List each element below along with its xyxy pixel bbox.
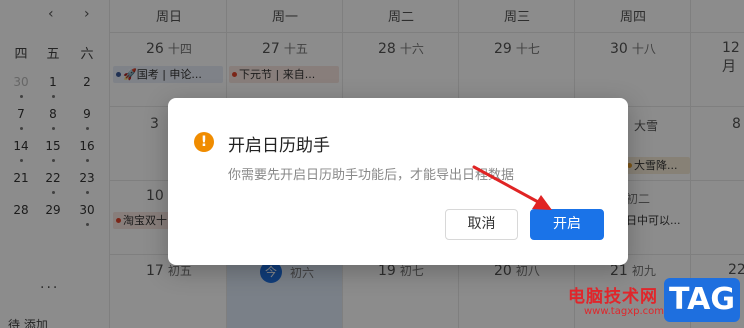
enable-button[interactable]: 开启 (530, 209, 604, 240)
watermark-url: www.tagxp.com (584, 306, 664, 317)
dialog-message: 你需要先开启日历助手功能后，才能导出日程数据 (228, 168, 515, 183)
watermark-logo: TAG (664, 278, 740, 322)
warning-icon: ! (194, 132, 214, 152)
dialog-title: 开启日历助手 (228, 136, 330, 156)
watermark-text: 电脑技术网 (568, 287, 658, 307)
enable-assistant-dialog: ! 开启日历助手 你需要先开启日历助手功能后，才能导出日程数据 取消 开启 (168, 98, 628, 265)
cancel-button[interactable]: 取消 (445, 209, 518, 240)
